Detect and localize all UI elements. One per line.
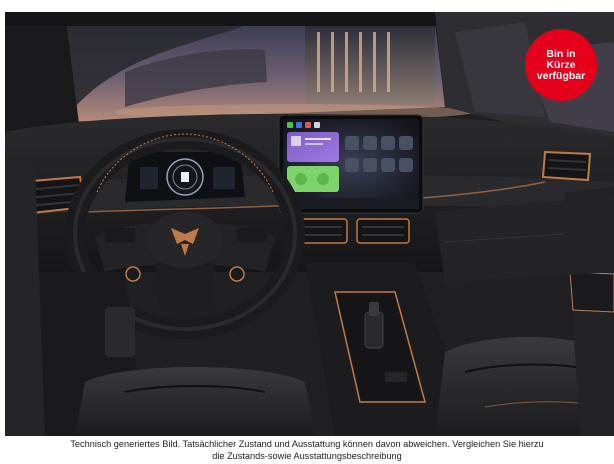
disclaimer-line-1: Technisch generiertes Bild. Tatsächliche…: [70, 439, 544, 449]
image-disclaimer: Technisch generiertes Bild. Tatsächliche…: [0, 438, 614, 462]
driver-seat: [75, 367, 315, 436]
availability-badge: Bin in Kürze verfügbar: [525, 29, 597, 101]
right-air-vent: [541, 150, 592, 182]
infotainment-screen: [278, 114, 424, 214]
car-interior-illustration: [5, 12, 614, 436]
badge-line-1: Bin in: [546, 47, 576, 60]
disclaimer-line-2: die Zustands-sowie Ausstattungsbeschreib…: [212, 451, 402, 461]
digital-instrument-cluster: [125, 152, 245, 202]
car-interior-photo[interactable]: [5, 12, 614, 436]
pedal: [105, 307, 135, 357]
badge-line-2: Kürze: [546, 58, 576, 71]
listing-image-card: Bin in Kürze verfügbar Technisch generie…: [0, 0, 614, 464]
badge-line-3: verfügbar: [536, 69, 586, 82]
